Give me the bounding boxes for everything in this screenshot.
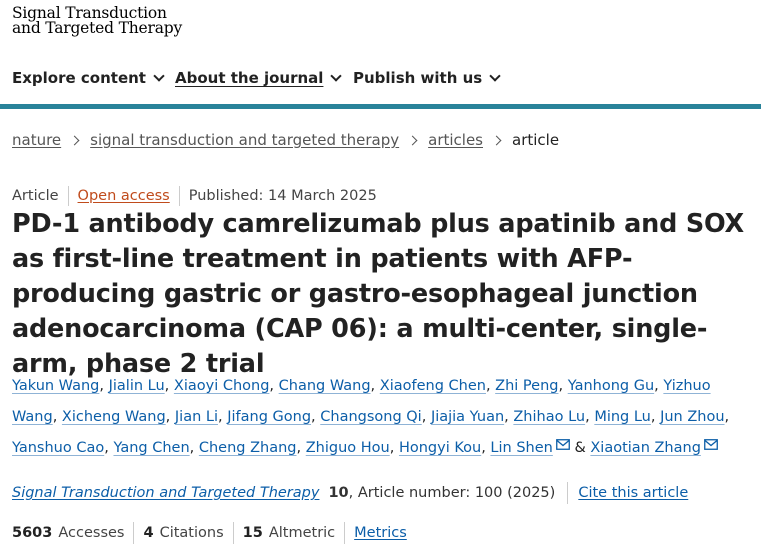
published-date: Published: 14 March 2025 (188, 188, 377, 204)
article-metrics: 5603 Accesses 4 Citations 15 Altmetric M… (12, 522, 407, 544)
author-link[interactable]: Hongyi Kou (399, 440, 481, 456)
metrics-link[interactable]: Metrics (354, 525, 407, 541)
citation-line: Signal Transduction and Targeted Therapy… (12, 482, 688, 504)
author-link[interactable]: Lin Shen (490, 440, 552, 456)
altmetric-count: 15 (242, 525, 263, 541)
author-link[interactable]: Jifang Gong (227, 409, 311, 425)
author-separator: , (189, 440, 199, 456)
author-link[interactable]: Zhiguo Hou (306, 440, 390, 456)
author-separator: , (99, 378, 109, 394)
open-access-link[interactable]: Open access (78, 188, 170, 204)
breadcrumb-journal[interactable]: signal transduction and targeted therapy (90, 131, 399, 149)
author-separator: , (296, 440, 306, 456)
nav-about-label: About the journal (175, 69, 324, 87)
author-link[interactable]: Jiajia Yuan (431, 409, 504, 425)
author-link[interactable]: Jun Zhou (660, 409, 724, 425)
journal-link[interactable]: Signal Transduction and Targeted Therapy (12, 485, 319, 501)
accesses-label: Accesses (58, 525, 125, 541)
author-link[interactable]: Yakun Wang (12, 378, 99, 394)
nav-publish-with-us[interactable]: Publish with us (353, 69, 501, 87)
author-separator: , (311, 409, 321, 425)
citations-label: Citations (159, 525, 224, 541)
author-link[interactable]: Ming Lu (594, 409, 651, 425)
chevron-right-icon (491, 135, 502, 145)
author-link[interactable]: Zhihao Lu (513, 409, 585, 425)
author-link[interactable]: Xiaofeng Chen (380, 378, 486, 394)
author-separator: , (389, 440, 399, 456)
nav-accent-bar (0, 104, 761, 109)
divider (67, 186, 69, 206)
article-title: PD-1 antibody camrelizumab plus apatinib… (12, 209, 745, 379)
divider (567, 482, 569, 504)
author-separator: , (421, 409, 431, 425)
nav-about-journal[interactable]: About the journal (175, 69, 343, 87)
volume: 10 (328, 485, 349, 501)
author-separator: , (269, 378, 279, 394)
nav-explore-content[interactable]: Explore content (12, 69, 165, 87)
author-link[interactable]: Yang Chen (113, 440, 189, 456)
divider (344, 522, 346, 544)
breadcrumb-current: article (512, 131, 560, 149)
citations-count: 4 (143, 525, 154, 541)
author-link[interactable]: Yanshuo Cao (12, 440, 104, 456)
author-link[interactable]: Changsong Qi (320, 409, 421, 425)
chevron-down-icon (330, 70, 343, 82)
article-number: , Article number: 100 (2025) (348, 485, 556, 501)
breadcrumb-nature[interactable]: nature (12, 131, 61, 149)
author-link[interactable]: Zhi Peng (495, 378, 558, 394)
divider (133, 522, 135, 544)
cite-this-article-link[interactable]: Cite this article (578, 485, 688, 501)
journal-logo[interactable]: Signal Transduction and Targeted Therapy (12, 5, 183, 37)
logo-line-2: and Targeted Therapy (12, 19, 183, 37)
main-nav: Explore content About the journal Publis… (0, 66, 761, 106)
divider (232, 522, 234, 544)
article-type: Article (12, 188, 59, 204)
author-separator: , (164, 378, 174, 394)
author-link[interactable]: Jian Li (175, 409, 218, 425)
breadcrumb-articles[interactable]: articles (428, 131, 483, 149)
chevron-right-icon (69, 135, 80, 145)
mail-icon[interactable] (704, 439, 718, 450)
accesses-count: 5603 (12, 525, 53, 541)
author-separator: , (558, 378, 568, 394)
author-separator: , (165, 409, 175, 425)
author-separator: , (724, 409, 730, 425)
author-separator: , (52, 409, 62, 425)
author-separator: , (485, 378, 496, 394)
author-link[interactable]: Jialin Lu (109, 378, 165, 394)
chevron-down-icon (489, 70, 501, 82)
mail-icon[interactable] (555, 439, 570, 450)
chevron-down-icon (153, 70, 165, 82)
author-link[interactable]: Xiaotian Zhang (590, 440, 701, 456)
altmetric-label: Altmetric (268, 525, 336, 541)
divider (178, 186, 180, 206)
author-separator: , (654, 378, 664, 394)
chevron-right-icon (407, 135, 418, 145)
author-link[interactable]: Xiaoyi Chong (174, 378, 270, 394)
article-meta: Article Open access Published: 14 March … (12, 186, 377, 206)
breadcrumb: nature signal transduction and targeted … (12, 131, 559, 149)
author-separator: , (585, 409, 595, 425)
nav-publish-label: Publish with us (353, 69, 483, 87)
author-separator: , (218, 409, 228, 425)
author-separator: & (569, 440, 591, 456)
author-link[interactable]: Chang Wang (279, 378, 371, 394)
author-link[interactable]: Cheng Zhang (199, 440, 297, 456)
author-separator: , (504, 409, 514, 425)
author-separator: , (370, 378, 380, 394)
author-link[interactable]: Xicheng Wang (62, 409, 166, 425)
author-link[interactable]: Yanhong Gu (568, 378, 654, 394)
nav-explore-label: Explore content (12, 69, 146, 87)
author-separator: , (650, 409, 661, 425)
author-list: Yakun Wang, Jialin Lu, Xiaoyi Chong, Cha… (12, 371, 757, 464)
